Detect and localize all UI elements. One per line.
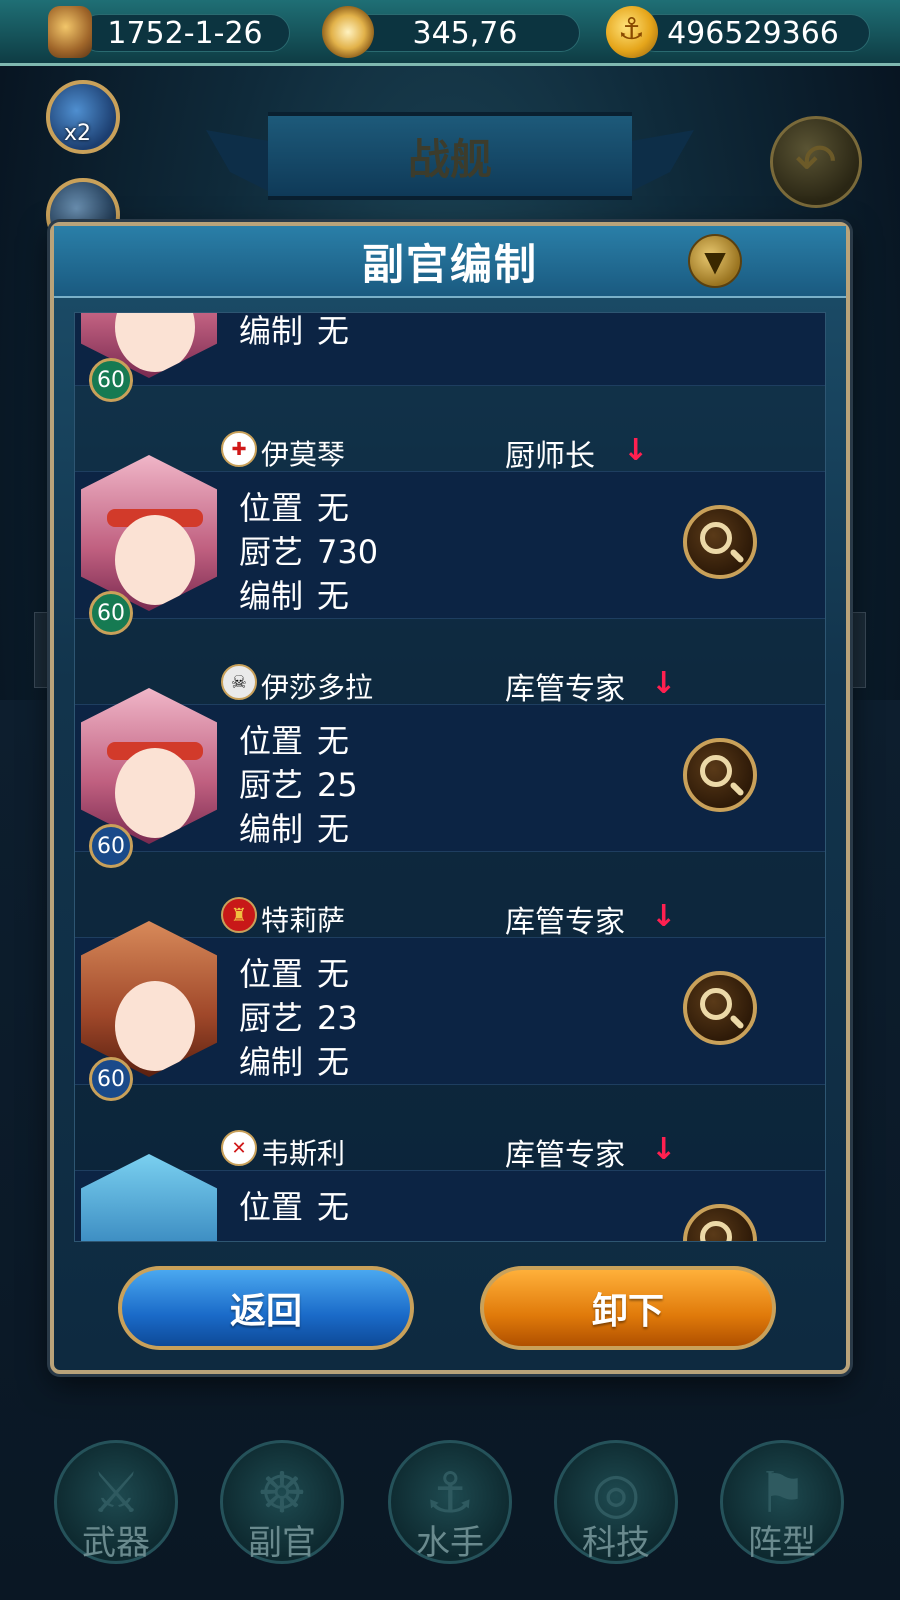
nav-tech[interactable]: ◎ 科技 [554, 1440, 678, 1564]
nav-officers[interactable]: ☸ 副官 [220, 1440, 344, 1564]
compass-icon [322, 6, 374, 58]
stat-position: 位置无 [239, 955, 350, 993]
stat-position: 位置无 [239, 489, 350, 527]
officer-row[interactable]: 60 ☠ 伊莎多拉 库管专家 ↓ 位置无 厨艺 25 编制无 [75, 664, 825, 897]
stat-formation: 编制无 [239, 577, 350, 615]
explore-multiplier: x2 [64, 121, 92, 146]
nav-formation-label: 阵型 [748, 1523, 816, 1563]
officer-name: 伊莎多拉 [261, 671, 374, 704]
magnifier-icon [700, 1221, 732, 1241]
nav-weapons[interactable]: ⚔ 武器 [54, 1440, 178, 1564]
magnifier-icon [700, 755, 732, 787]
modal-header: 副官编制 ▼ [54, 226, 846, 298]
skull-flag-icon: ☠ [221, 664, 257, 700]
england-flag-icon: ✚ [221, 431, 257, 467]
detail-button[interactable] [683, 738, 757, 812]
arrow-down-icon: ↓ [651, 1132, 677, 1167]
filter-button[interactable]: ▼ [688, 234, 742, 288]
officer-row[interactable]: 60 ♜ 特莉萨 库管专家 ↓ 位置无 厨艺 23 编制无 [75, 897, 825, 1130]
modal-title: 副官编制 [361, 239, 538, 289]
detail-button[interactable] [683, 505, 757, 579]
hourglass-icon [48, 6, 92, 58]
stat-formation: 编制无 [239, 1043, 350, 1081]
unload-button[interactable]: 卸下 [480, 1266, 776, 1350]
officer-role: 库管专家 [505, 672, 625, 707]
nav-sailors[interactable]: ⚓ 水手 [388, 1440, 512, 1564]
bottom-nav: ⚔ 武器 ☸ 副官 ⚓ 水手 ◎ 科技 ⚑ 阵型 [0, 1430, 900, 1580]
anchor-coin-icon [606, 6, 658, 58]
stat-position: 位置无 [239, 1188, 350, 1226]
page-title-banner: 战舰 [268, 112, 632, 200]
officer-name: 韦斯利 [261, 1137, 346, 1170]
stat-formation: 编制无 [239, 810, 350, 848]
page-title: 战舰 [407, 134, 492, 184]
gold-value: 496529366 [667, 15, 839, 51]
officer-row[interactable]: 60 位置无 厨艺730 编制无 [75, 312, 825, 431]
resource-bar: 1752-1-26 345,76 496529366 [0, 0, 900, 66]
coordinates-value: 345,76 [412, 15, 518, 51]
nav-sailors-label: 水手 [416, 1523, 484, 1563]
gold-display: 496529366 [636, 14, 870, 52]
officer-name: 特莉萨 [261, 904, 346, 937]
arrow-down-icon: ↓ [651, 666, 677, 701]
back-arrow-icon: ↶ [795, 133, 837, 191]
nav-officers-label: 副官 [248, 1523, 316, 1563]
officer-role: 厨师长 [505, 439, 595, 474]
saltire-flag-icon: ✕ [221, 1130, 257, 1166]
stat-cooking: 厨艺 730 [239, 533, 379, 571]
filter-icon: ▼ [704, 244, 726, 278]
officer-row[interactable]: ✕ 韦斯利 库管专家 ↓ 位置无 [75, 1130, 825, 1241]
arrow-down-icon: ↓ [651, 899, 677, 934]
officer-role: 库管专家 [505, 905, 625, 940]
level-badge: 60 [89, 358, 133, 402]
lion-flag-icon: ♜ [221, 897, 257, 933]
stat-position: 位置无 [239, 722, 350, 760]
officer-list-inner: 60 位置无 厨艺730 编制无 60 ✚ 伊莫琴 厨师长 ↓ [75, 312, 825, 1241]
officer-formation-modal: 副官编制 ▼ 60 位置无 厨艺730 编制无 [50, 222, 850, 1374]
level-badge: 60 [89, 591, 133, 635]
officer-name: 伊莫琴 [261, 438, 346, 471]
stat-formation: 编制无 [239, 312, 350, 350]
back-arrow-button[interactable]: ↶ [770, 116, 862, 208]
level-badge: 60 [89, 824, 133, 868]
nav-formation[interactable]: ⚑ 阵型 [720, 1440, 844, 1564]
coordinates-display: 345,76 [350, 14, 580, 52]
officer-row[interactable]: 60 ✚ 伊莫琴 厨师长 ↓ 位置无 厨艺 730 编制无 [75, 431, 825, 664]
stat-cooking: 厨艺 25 [239, 766, 358, 804]
nav-tech-label: 科技 [582, 1523, 650, 1563]
level-badge: 60 [89, 1057, 133, 1101]
arrow-down-icon: ↓ [623, 433, 649, 468]
stat-cooking: 厨艺 23 [239, 999, 358, 1037]
date-display: 1752-1-26 [80, 14, 290, 52]
return-button[interactable]: 返回 [118, 1266, 414, 1350]
detail-button[interactable] [683, 971, 757, 1045]
date-value: 1752-1-26 [107, 15, 263, 51]
officer-role: 库管专家 [505, 1138, 625, 1173]
explore-boost-button[interactable]: x2 [46, 80, 120, 154]
magnifier-icon [700, 522, 732, 554]
magnifier-icon [700, 988, 732, 1020]
officer-portrait [81, 1154, 217, 1241]
nav-weapons-label: 武器 [82, 1523, 150, 1563]
officer-list[interactable]: 60 位置无 厨艺730 编制无 60 ✚ 伊莫琴 厨师长 ↓ [74, 312, 826, 1242]
